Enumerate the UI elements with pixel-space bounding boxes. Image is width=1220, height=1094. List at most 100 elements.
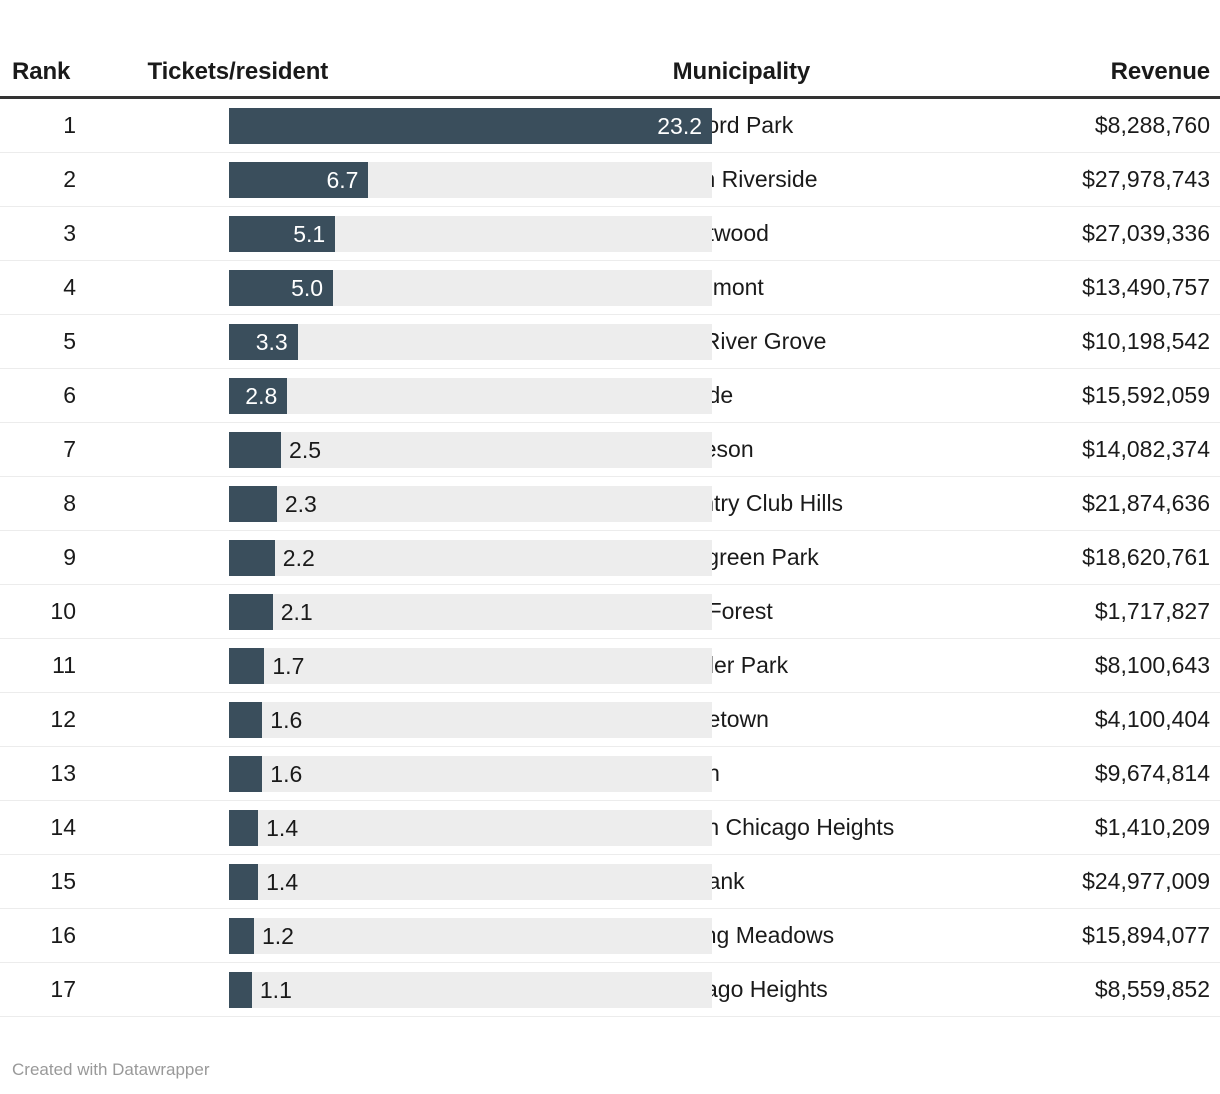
bar-value-label: 23.2	[657, 112, 702, 139]
bar-fill	[229, 539, 275, 576]
table-row[interactable]: 151.4Burbank$24,977,009	[0, 855, 1220, 909]
revenue-cell: $21,874,636	[1082, 490, 1210, 516]
table-row[interactable]: 62.8Hillside$15,592,059	[0, 369, 1220, 423]
bar-track	[229, 917, 712, 954]
bar-cell: 2.2	[86, 531, 712, 585]
rank-cell: 2	[63, 166, 76, 192]
table-row[interactable]: 11 1.7 Schiller Park $8,100,643	[0, 639, 1220, 693]
revenue-cell: $10,198,542	[1082, 328, 1210, 354]
rank-cell: 4	[63, 274, 76, 300]
rank-cell: 17	[50, 976, 76, 1002]
revenue-cell: $18,620,761	[1082, 544, 1210, 570]
table-row[interactable]: 14 1.4 South Chicago Heights $1,410,209	[0, 801, 1220, 855]
rank-cell: 6	[63, 382, 76, 408]
table-row[interactable]: 17 1.1 Chicago Heights $8,559,852	[0, 963, 1220, 1017]
bar-cell: 1.1	[86, 963, 712, 1017]
table-row[interactable]: 1 23.2 Bedford Park $8,288,760	[0, 99, 1220, 153]
bar-value-label: 1.6	[270, 706, 303, 733]
table-row[interactable]: 5 3.3 Fox River Grove $10,198,542	[0, 315, 1220, 369]
bar-value-label: 2.5	[289, 436, 322, 463]
revenue-cell: $15,592,059	[1082, 382, 1210, 408]
table-row[interactable]: 12 1.6 Hometown $4,100,404	[0, 693, 1220, 747]
bar-value-label: 2.1	[280, 598, 313, 625]
bar-value-label: 5.0	[291, 274, 324, 301]
bar-cell: 6.7	[86, 153, 712, 207]
table-row[interactable]: 16 1.2 Rolling Meadows $15,894,077	[0, 909, 1220, 963]
column-header-rank[interactable]: Rank	[0, 60, 90, 84]
bar-value-label: 2.2	[282, 544, 315, 571]
bar-track	[229, 971, 712, 1008]
bar-fill	[229, 755, 263, 792]
bar-cell: 2.1	[86, 585, 712, 639]
bar-value-label: 1.2	[261, 922, 294, 949]
bar-fill	[229, 863, 259, 900]
table-row[interactable]: 8 2.3 Country Club Hills $21,874,636	[0, 477, 1220, 531]
revenue-cell: $15,894,077	[1082, 922, 1210, 948]
revenue-cell: $14,082,374	[1082, 436, 1210, 462]
rank-cell: 1	[63, 112, 76, 138]
bar-cell: 2.8	[86, 369, 712, 423]
table-header-row: Rank Tickets/resident Municipality Reven…	[0, 0, 1220, 96]
bar-value-label: 3.3	[255, 328, 288, 355]
bar-cell: 3.3	[86, 315, 712, 369]
bar-value-label: 1.4	[266, 868, 299, 895]
bar-fill	[229, 917, 254, 954]
bar-cell: 2.5	[86, 423, 712, 477]
revenue-cell: $27,039,336	[1082, 220, 1210, 246]
rank-cell: 3	[63, 220, 76, 246]
column-header-revenue[interactable]: Revenue	[1010, 60, 1220, 84]
table-row[interactable]: 10 2.1 Oak Forest $1,717,827	[0, 585, 1220, 639]
bar-cell: 5.1	[86, 207, 712, 261]
rank-cell: 14	[50, 814, 76, 840]
rank-cell: 9	[63, 544, 76, 570]
bar-track	[229, 377, 712, 414]
column-header-municipality[interactable]: Municipality	[645, 60, 1011, 84]
revenue-cell: $24,977,009	[1082, 868, 1210, 894]
bar-cell: 1.2	[86, 909, 712, 963]
bar-cell: 2.3	[86, 477, 712, 531]
table-body: 1 23.2 Bedford Park $8,288,760 2 6.7 North Riv…	[0, 99, 1220, 1017]
table-row[interactable]: 2 6.7 North Riverside $27,978,743	[0, 153, 1220, 207]
table-row[interactable]: 45.0Rosemont$13,490,757	[0, 261, 1220, 315]
bar-cell: 1.7	[86, 639, 712, 693]
bar-track	[229, 863, 712, 900]
rank-cell: 8	[63, 490, 76, 516]
bar-fill	[229, 485, 277, 522]
bar-value-label: 2.3	[284, 490, 317, 517]
bar-value-label: 1.7	[272, 652, 305, 679]
rank-cell: 5	[63, 328, 76, 354]
bar-value-label: 5.1	[293, 220, 326, 247]
table-row[interactable]: 3 5.1 Crestwood $27,039,336	[0, 207, 1220, 261]
rank-cell: 7	[63, 436, 76, 462]
revenue-cell: $13,490,757	[1082, 274, 1210, 300]
revenue-cell: $27,978,743	[1082, 166, 1210, 192]
bar-fill	[229, 431, 282, 468]
revenue-cell: $8,559,852	[1094, 976, 1210, 1002]
bar-cell: 1.6	[86, 747, 712, 801]
bar-cell: 23.2	[86, 99, 712, 153]
column-header-tickets[interactable]: Tickets/resident	[90, 60, 644, 84]
table-row[interactable]: 72.5Matteson$14,082,374	[0, 423, 1220, 477]
revenue-cell: $9,674,814	[1094, 760, 1210, 786]
rank-cell: 10	[50, 598, 76, 624]
bar-fill	[229, 701, 263, 738]
revenue-cell: $1,410,209	[1094, 814, 1210, 840]
bar-fill	[229, 647, 265, 684]
bar-fill	[229, 971, 252, 1008]
revenue-cell: $8,288,760	[1094, 112, 1210, 138]
table-row[interactable]: 131.6Worth$9,674,814	[0, 747, 1220, 801]
bar-cell: 1.4	[86, 801, 712, 855]
rank-cell: 15	[50, 868, 76, 894]
table-row[interactable]: 9 2.2 Evergreen Park $18,620,761	[0, 531, 1220, 585]
rank-cell: 11	[52, 652, 76, 678]
bar-track	[229, 323, 712, 360]
bar-value-label: 1.1	[259, 976, 292, 1003]
bar-value-label: 2.8	[245, 382, 278, 409]
bar-track	[229, 809, 712, 846]
bar-cell: 1.6	[86, 693, 712, 747]
bar-cell: 1.4	[86, 855, 712, 909]
rank-cell: 16	[50, 922, 76, 948]
revenue-cell: $4,100,404	[1094, 706, 1210, 732]
datawrapper-credit[interactable]: Created with Datawrapper	[12, 1060, 209, 1080]
bar-value-label: 1.6	[270, 760, 303, 787]
